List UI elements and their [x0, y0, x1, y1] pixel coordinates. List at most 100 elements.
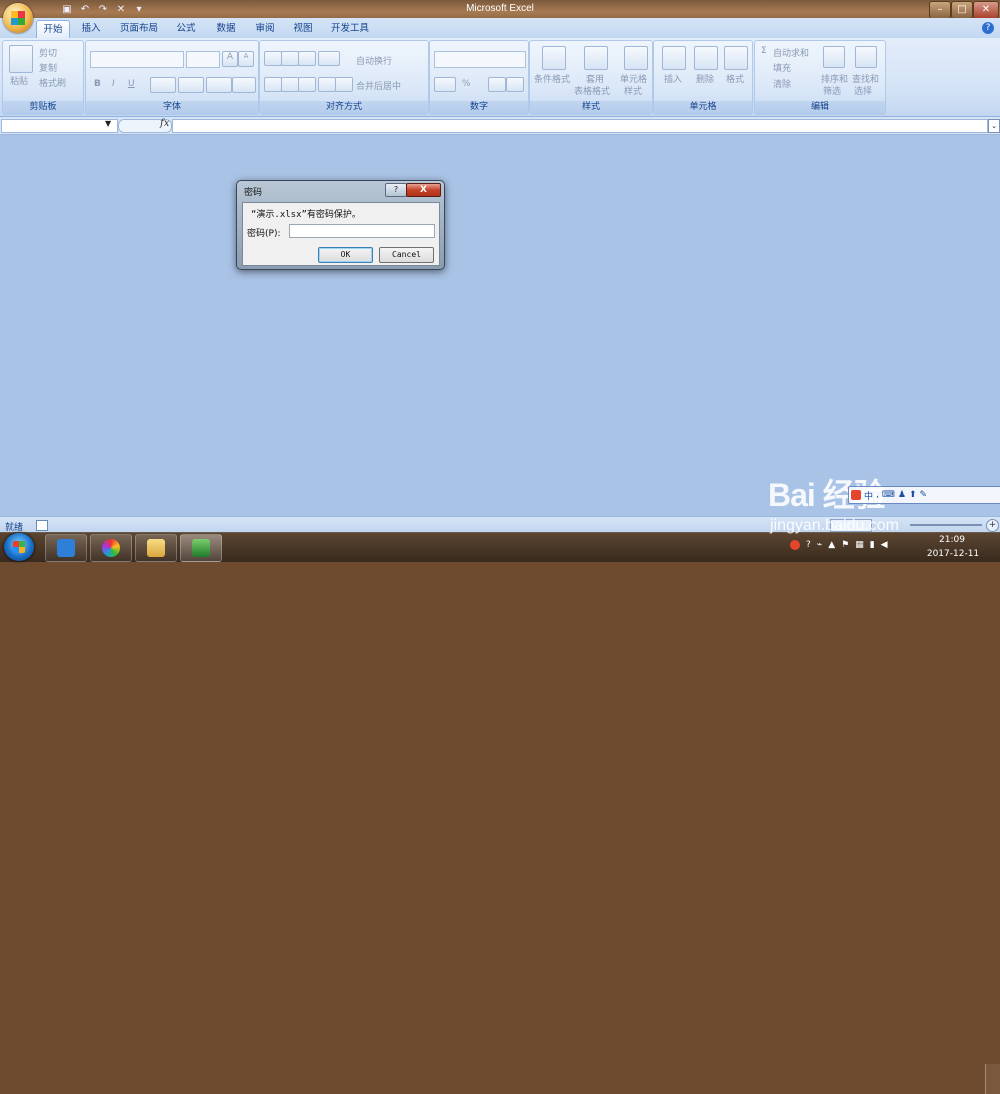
merge-center-button[interactable]: 合并后居中 [356, 79, 401, 92]
grow-font-button[interactable]: A [222, 51, 238, 67]
tool-icon[interactable]: ✎ [920, 490, 928, 500]
insert-function-icon[interactable]: fx [160, 118, 169, 129]
delete-cells-icon[interactable] [694, 46, 718, 70]
tab-developer[interactable]: 开发工具 [325, 20, 375, 37]
office-button[interactable] [3, 3, 33, 33]
fill-color-icon[interactable] [178, 77, 204, 93]
phonetic-icon[interactable] [232, 77, 256, 93]
name-box[interactable] [1, 119, 118, 133]
insert-cells-icon[interactable] [662, 46, 686, 70]
ok-button[interactable]: OK [318, 247, 373, 263]
format-as-table-label-2[interactable]: 表格格式 [574, 84, 610, 97]
number-format-dropdown[interactable] [434, 51, 526, 68]
cell-styles-icon[interactable] [624, 46, 648, 70]
format-cells-button[interactable]: 格式 [726, 72, 744, 85]
network-tray-icon[interactable]: ⌁ [817, 540, 822, 550]
paste-button[interactable]: 粘贴 [10, 74, 28, 87]
align-bottom-icon[interactable] [298, 51, 316, 66]
sogou-tray-icon[interactable] [790, 540, 800, 550]
show-desktop-button[interactable] [985, 1064, 1000, 1094]
copy-button[interactable]: 复制 [39, 61, 57, 74]
wrap-text-button[interactable]: 自动换行 [356, 54, 392, 67]
formula-input[interactable] [172, 119, 988, 133]
keyboard-icon[interactable]: ⌨ [882, 490, 895, 500]
redo-icon[interactable]: ↷ [96, 3, 110, 16]
punctuation-icon[interactable]: , [876, 490, 879, 500]
conditional-format-icon[interactable] [542, 46, 566, 70]
currency-icon[interactable] [434, 77, 456, 92]
cut-button[interactable]: 剪切 [39, 46, 57, 59]
dialog-close-button[interactable]: X [406, 183, 441, 197]
ime-toolbar[interactable]: 中 , ⌨ ♟ ⬆ ✎ [848, 486, 1000, 504]
maximize-button[interactable]: □ [951, 1, 973, 19]
delete-cells-button[interactable]: 删除 [696, 72, 714, 85]
find-select-icon[interactable] [855, 46, 877, 68]
cell-styles-label-2[interactable]: 样式 [624, 84, 642, 97]
minimize-button[interactable]: – [929, 1, 951, 19]
sort-filter-label-2[interactable]: 筛选 [823, 84, 841, 97]
align-right-icon[interactable] [298, 77, 316, 92]
sigma-icon[interactable]: Σ [761, 46, 767, 56]
shrink-font-button[interactable]: A [238, 51, 254, 67]
taskbar-app-explorer-tiles[interactable] [45, 534, 87, 562]
dialog-help-button[interactable]: ? [385, 183, 407, 197]
taskbar-app-browser[interactable] [90, 534, 132, 562]
cancel-button[interactable]: Cancel [379, 247, 434, 263]
align-top-icon[interactable] [264, 51, 282, 66]
clock-time[interactable]: 21:09 [932, 535, 972, 545]
underline-button[interactable]: U [128, 79, 135, 89]
volume-tray-icon[interactable]: ◀ [881, 540, 888, 550]
clear-button[interactable]: 清除 [773, 77, 791, 90]
tools-icon[interactable]: ✕ [114, 3, 128, 16]
tab-review[interactable]: 审阅 [248, 20, 282, 37]
decrease-decimal-icon[interactable] [506, 77, 524, 92]
increase-decimal-icon[interactable] [488, 77, 506, 92]
font-size-dropdown[interactable] [186, 51, 220, 68]
help-icon[interactable]: ? [982, 22, 994, 34]
tab-insert[interactable]: 插入 [74, 20, 108, 37]
fill-button[interactable]: 填充 [773, 61, 791, 74]
align-left-icon[interactable] [264, 77, 282, 92]
tab-data[interactable]: 数据 [208, 20, 244, 37]
align-middle-icon[interactable] [281, 51, 299, 66]
zoom-in-icon[interactable]: + [986, 519, 999, 532]
sort-filter-icon[interactable] [823, 46, 845, 68]
signal-tray-icon[interactable]: ▮ [870, 540, 875, 550]
percent-button[interactable]: % [462, 79, 471, 89]
format-cells-icon[interactable] [724, 46, 748, 70]
taskbar-app-excel[interactable] [180, 534, 222, 562]
expand-formula-bar-icon[interactable]: ⌄ [988, 119, 1000, 133]
taskbar-app-folder[interactable] [135, 534, 177, 562]
clock-date[interactable]: 2017-12-11 [925, 549, 981, 559]
macro-record-icon[interactable] [36, 520, 48, 531]
chevron-down-icon[interactable]: ▼ [105, 119, 111, 128]
ime-mode[interactable]: 中 [864, 489, 873, 502]
flag-tray-icon[interactable]: ⚑ [841, 540, 849, 550]
tab-view[interactable]: 视图 [286, 20, 320, 37]
border-icon[interactable] [150, 77, 176, 93]
user-icon[interactable]: ♟ [898, 490, 906, 500]
insert-cells-button[interactable]: 插入 [664, 72, 682, 85]
bold-button[interactable]: B [94, 79, 101, 89]
format-as-table-icon[interactable] [584, 46, 608, 70]
tab-home[interactable]: 开始 [36, 20, 70, 38]
conditional-format-button[interactable]: 条件格式 [534, 72, 570, 85]
undo-icon[interactable]: ↶ [78, 3, 92, 16]
format-painter-button[interactable]: 格式刷 [39, 76, 66, 89]
tab-page-layout[interactable]: 页面布局 [114, 20, 164, 37]
close-button[interactable]: ✕ [973, 1, 999, 19]
password-input[interactable] [289, 224, 435, 238]
expand-tray-icon[interactable]: ▲ [828, 540, 835, 550]
find-select-label-2[interactable]: 选择 [854, 84, 872, 97]
decrease-indent-icon[interactable] [318, 77, 336, 92]
tab-formulas[interactable]: 公式 [168, 20, 204, 37]
autosum-button[interactable]: 自动求和 [773, 46, 809, 59]
increase-indent-icon[interactable] [335, 77, 353, 92]
skin-icon[interactable]: ⬆ [909, 490, 917, 500]
font-name-dropdown[interactable] [90, 51, 184, 68]
align-center-icon[interactable] [281, 77, 299, 92]
qat-dropdown-icon[interactable]: ▾ [132, 3, 146, 16]
paste-icon[interactable] [9, 45, 33, 73]
save-icon[interactable]: ▣ [60, 3, 74, 16]
italic-button[interactable]: I [112, 79, 115, 89]
